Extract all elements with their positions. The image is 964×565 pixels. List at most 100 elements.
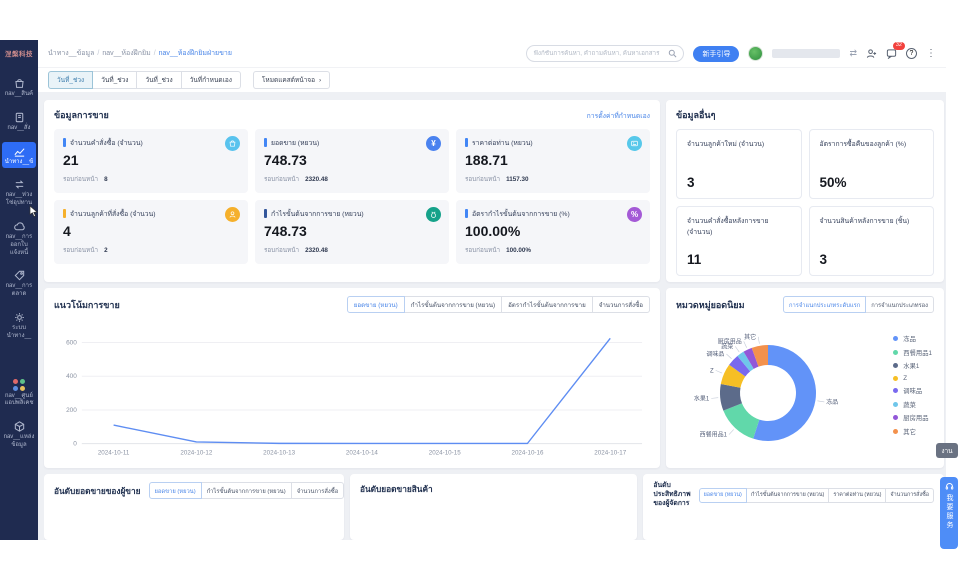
svg-text:2024-10-15: 2024-10-15 bbox=[429, 450, 461, 457]
category-tab-primary[interactable]: การจำแนกประเภทระดับแรก bbox=[783, 296, 866, 313]
manager-tab-order-count[interactable]: จำนวนการสั่งซื้อ bbox=[885, 488, 934, 503]
date-tab-range-2[interactable]: วันที่_ช่วง bbox=[92, 71, 137, 89]
other-data-panel: ข้อมูลอื่นๆ จำนวนลูกค้าใหม่ (จำนวน) 3 อั… bbox=[666, 100, 944, 282]
sidebar-item-app-center[interactable]: nav__ศูนย์ แอปพลิเคช bbox=[2, 376, 36, 411]
seller-ranking-panel: อันดับยอดขายของผู้ขาย ยอดขาย (หยวน) กำไร… bbox=[44, 474, 344, 540]
cloud-icon bbox=[2, 220, 36, 233]
other-card-new-customers[interactable]: จำนวนลูกค้าใหม่ (จำนวน) 3 bbox=[676, 129, 802, 199]
more-menu-icon[interactable]: ⋮ bbox=[926, 49, 936, 59]
stat-card-sales-amount[interactable]: ยอดขาย (หยวน) ¥ 748.73 รอบก่อนหน้า2320.4… bbox=[255, 129, 449, 193]
date-tab-range-1[interactable]: วันที่_ช่วง bbox=[48, 71, 93, 89]
breadcrumb-item[interactable]: nav__ห้องฝึกยิม bbox=[102, 50, 150, 57]
legend-label: 蔬菜 bbox=[903, 400, 916, 409]
custom-settings-link[interactable]: การตั้งค่าที่กำหนดเอง bbox=[587, 110, 650, 121]
gear-icon bbox=[2, 311, 36, 324]
legend-dot bbox=[893, 363, 898, 368]
other-card-aftersale-items[interactable]: จำนวนสินค้าหลังการขาย (ชิ้น) 3 bbox=[809, 206, 935, 276]
legend-item[interactable]: 调味品 bbox=[893, 386, 932, 395]
other-card-repurchase-rate[interactable]: อัตราการซื้อคืนของลูกค้า (%) 50% bbox=[809, 129, 935, 199]
legend-label: 西餐用品1 bbox=[903, 348, 932, 357]
manager-tab-gross-profit[interactable]: กำไรขั้นต้นจากการขาย (หยวน) bbox=[746, 488, 829, 503]
trend-panel-title: แนวโน้มการขาย bbox=[54, 298, 120, 312]
stat-card-buying-customers[interactable]: จำนวนลูกค้าที่สั่งซื้อ (จำนวน) 4 รอบก่อน… bbox=[54, 200, 248, 264]
legend-item[interactable]: 冻品 bbox=[893, 334, 932, 343]
category-donut-chart: 冻品西餐用品1水果1Z调味品蔬菜厨房用品其它 bbox=[676, 320, 866, 460]
svg-text:2024-10-13: 2024-10-13 bbox=[263, 450, 295, 457]
sidebar-item-supply-chain[interactable]: nav__ห่วง โซ่อุปทาน bbox=[2, 175, 36, 210]
trend-tab-order-count[interactable]: จำนวนการสั่งซื้อ bbox=[592, 296, 650, 313]
legend-item[interactable]: Z bbox=[893, 375, 932, 382]
category-level-tabs: การจำแนกประเภทระดับแรก การจำแนกประเภทรอง bbox=[783, 296, 934, 313]
svg-text:Z: Z bbox=[710, 368, 714, 374]
legend-item[interactable]: 厨房用品 bbox=[893, 413, 932, 422]
other-card-aftersale-orders[interactable]: จำนวนคำสั่งซื้อหลังการขาย (จำนวน) 11 bbox=[676, 206, 802, 276]
trend-tab-gross-margin[interactable]: อัตรากำไรขั้นต้นจากการขาย bbox=[501, 296, 593, 313]
newbie-guide-button[interactable]: 新手引导 bbox=[693, 46, 739, 62]
other-panel-title: ข้อมูลอื่นๆ bbox=[676, 108, 715, 122]
stat-value: 4 bbox=[63, 223, 239, 239]
stat-card-gross-profit[interactable]: กำไรขั้นต้นจากการขาย (หยวน) 748.73 รอบก่… bbox=[255, 200, 449, 264]
customer-service-float-tab[interactable]: 我要服务 bbox=[940, 477, 958, 549]
category-tab-secondary[interactable]: การจำแนกประเภทรอง bbox=[865, 296, 934, 313]
legend-dot bbox=[893, 350, 898, 355]
breadcrumb: นำทาง__ข้อมูล/nav__ห้องฝึกยิม/nav__ห้องฝ… bbox=[48, 48, 232, 59]
sidebar-item-data-nav[interactable]: นำทาง__ข้ bbox=[2, 142, 36, 169]
stat-value: 188.71 bbox=[465, 152, 641, 168]
donut-legend: 冻品西餐用品1 水果1 Z 调味品蔬菜厨房用品其它 bbox=[893, 334, 932, 440]
date-filter-bar: วันที่_ช่วง วันที่_ช่วง วันที่_ช่วง วันท… bbox=[38, 68, 946, 92]
sidebar-item-invoicing[interactable]: nav__การ ออกใบ แจ้งหนี้ bbox=[2, 217, 36, 259]
svg-text:其它: 其它 bbox=[744, 333, 756, 341]
svg-text:西餐用品1: 西餐用品1 bbox=[700, 431, 728, 439]
sidebar-item-marketing[interactable]: nav__การ ตลาด bbox=[2, 266, 36, 301]
app-grid-icon bbox=[2, 379, 36, 392]
legend-label: 冻品 bbox=[903, 334, 916, 343]
cast-mode-button[interactable]: โหมดแคสต์หน้าจอ› bbox=[253, 71, 330, 89]
stat-card-price-per-person[interactable]: ราคาต่อท่าน (หยวน) 188.71 รอบก่อนหน้า115… bbox=[456, 129, 650, 193]
search-input[interactable] bbox=[533, 50, 668, 57]
swap-arrows-icon bbox=[2, 178, 36, 191]
sales-stat-grid: จำนวนคำสั่งซื้อ (จำนวน) 21 รอบก่อนหน้า8 … bbox=[54, 129, 650, 264]
trend-tab-gross-profit[interactable]: กำไรขั้นต้นจากการขาย (หยวน) bbox=[404, 296, 502, 313]
stat-card-orders[interactable]: จำนวนคำสั่งซื้อ (จำนวน) 21 รอบก่อนหน้า8 bbox=[54, 129, 248, 193]
sidebar-item-data-source[interactable]: nav__แหล่ง ข้อมูล bbox=[2, 417, 36, 452]
svg-text:2024-10-16: 2024-10-16 bbox=[511, 450, 543, 457]
svg-text:2024-10-14: 2024-10-14 bbox=[346, 450, 378, 457]
seller-tab-gross-profit[interactable]: กำไรขั้นต้นจากการขาย (หยวน) bbox=[201, 482, 292, 499]
seller-ranking-tabs: ยอดขาย (หยวน) กำไรขั้นต้นจากการขาย (หยวน… bbox=[149, 482, 345, 499]
switch-account-icon[interactable]: ⇄ bbox=[849, 49, 857, 58]
svg-text:调味品: 调味品 bbox=[706, 350, 724, 358]
svg-text:2024-10-17: 2024-10-17 bbox=[594, 450, 626, 457]
accent-bar bbox=[63, 138, 66, 147]
manager-tab-price-per-person[interactable]: ราคาต่อท่าน (หยวน) bbox=[828, 488, 886, 503]
messages-icon[interactable]: 32 bbox=[886, 48, 897, 59]
seller-tab-order-count[interactable]: จำนวนการสั่งซื้อ bbox=[291, 482, 345, 499]
search-icon bbox=[668, 49, 677, 58]
invite-user-icon[interactable] bbox=[866, 48, 877, 59]
sidebar-item-system-nav[interactable]: ระบบ นำทาง__ bbox=[2, 308, 36, 343]
line-chart-icon bbox=[2, 145, 36, 158]
breadcrumb-item[interactable]: นำทาง__ข้อมูล bbox=[48, 50, 94, 57]
svg-text:600: 600 bbox=[66, 340, 77, 347]
legend-dot bbox=[893, 402, 898, 407]
stat-card-gross-margin[interactable]: อัตรากำไรขั้นต้นจากการขาย (%) % 100.00% … bbox=[456, 200, 650, 264]
sidebar-item-orders[interactable]: nav__สั่ง bbox=[2, 108, 36, 135]
date-tab-custom[interactable]: วันที่กำหนดเอง bbox=[181, 71, 241, 89]
manager-tab-sales[interactable]: ยอดขาย (หยวน) bbox=[699, 488, 747, 503]
legend-item[interactable]: 其它 bbox=[893, 427, 932, 436]
sales-panel-title: ข้อมูลการขาย bbox=[54, 108, 109, 122]
sidebar-item-products[interactable]: nav__สินค้ bbox=[2, 74, 36, 101]
help-icon[interactable]: ? bbox=[906, 48, 917, 59]
svg-text:0: 0 bbox=[73, 441, 77, 448]
avatar[interactable] bbox=[748, 46, 763, 61]
legend-item[interactable]: 蔬菜 bbox=[893, 400, 932, 409]
legend-item[interactable]: 水果1 bbox=[893, 361, 932, 370]
chevron-right-icon: › bbox=[319, 77, 321, 84]
task-float-tab[interactable]: งาน bbox=[936, 443, 958, 458]
category-panel-title: หมวดหมู่ยอดนิยม bbox=[676, 298, 745, 312]
main-content: ข้อมูลการขาย การตั้งค่าที่กำหนดเอง จำนวน… bbox=[38, 92, 946, 540]
legend-item[interactable]: 西餐用品1 bbox=[893, 348, 932, 357]
seller-tab-sales[interactable]: ยอดขาย (หยวน) bbox=[149, 482, 202, 499]
money-bag-icon bbox=[426, 207, 441, 222]
date-tab-range-3[interactable]: วันที่_ช่วง bbox=[136, 71, 181, 89]
trend-tab-sales[interactable]: ยอดขาย (หยวน) bbox=[347, 296, 405, 313]
